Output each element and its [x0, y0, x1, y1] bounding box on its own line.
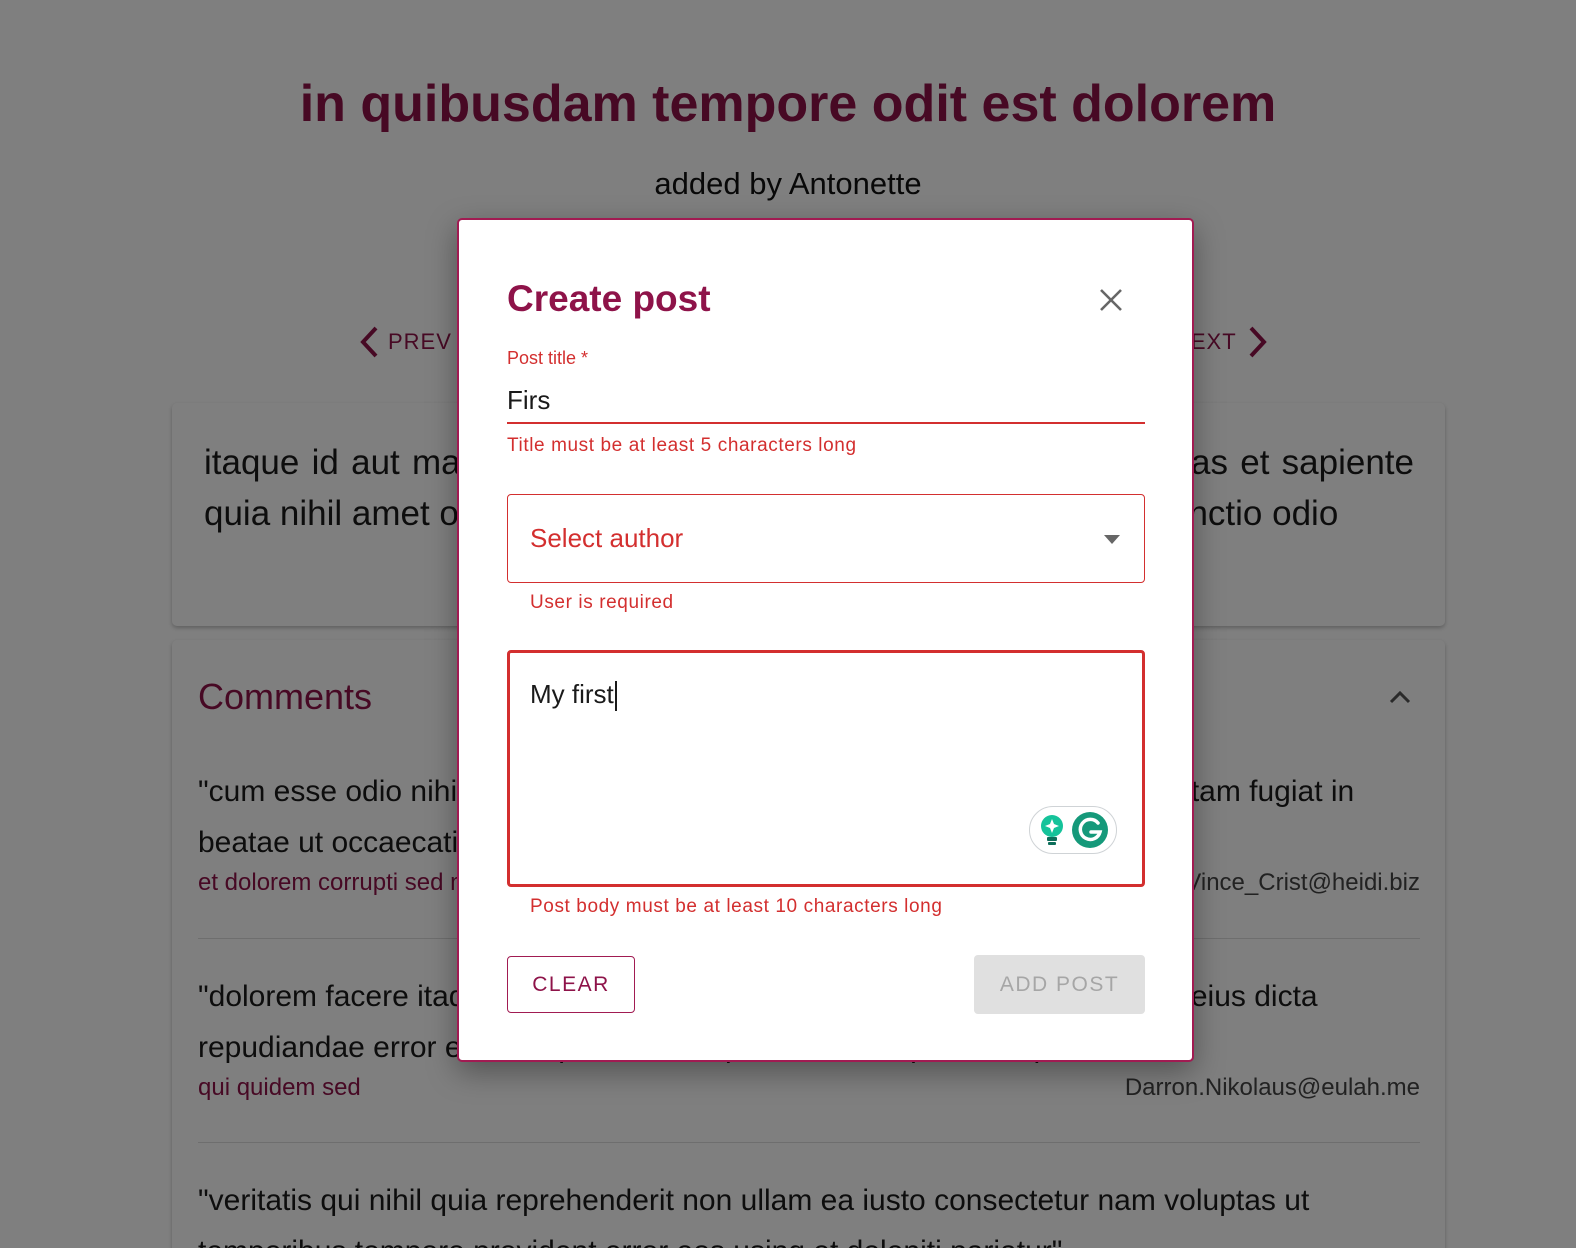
grammarly-suggestion-icon — [1041, 815, 1063, 845]
dialog-title: Create post — [507, 278, 711, 319]
text-caret — [614, 681, 617, 712]
grammarly-widget[interactable] — [1029, 806, 1117, 854]
dropdown-arrow-icon — [1104, 535, 1120, 544]
author-error: User is required — [530, 592, 674, 613]
close-icon — [1100, 289, 1122, 311]
post-title-input[interactable] — [507, 378, 1145, 424]
post-title-error: Title must be at least 5 characters long — [507, 435, 857, 456]
add-post-button[interactable]: ADD POST — [974, 955, 1145, 1014]
close-button[interactable] — [1093, 282, 1129, 318]
author-select[interactable]: Select author — [507, 494, 1145, 583]
post-body-textarea[interactable]: My first — [507, 650, 1145, 887]
grammarly-icon — [1072, 812, 1108, 848]
author-select-placeholder: Select author — [530, 523, 684, 553]
post-body-value: My first — [530, 679, 617, 712]
post-body-error: Post body must be at least 10 characters… — [530, 896, 943, 917]
post-title-label: Post title * — [507, 348, 589, 368]
post-body-text-value: My first — [530, 679, 614, 709]
clear-button[interactable]: CLEAR — [507, 956, 635, 1013]
create-post-dialog: Create post Post title * Title must be a… — [457, 218, 1194, 1062]
